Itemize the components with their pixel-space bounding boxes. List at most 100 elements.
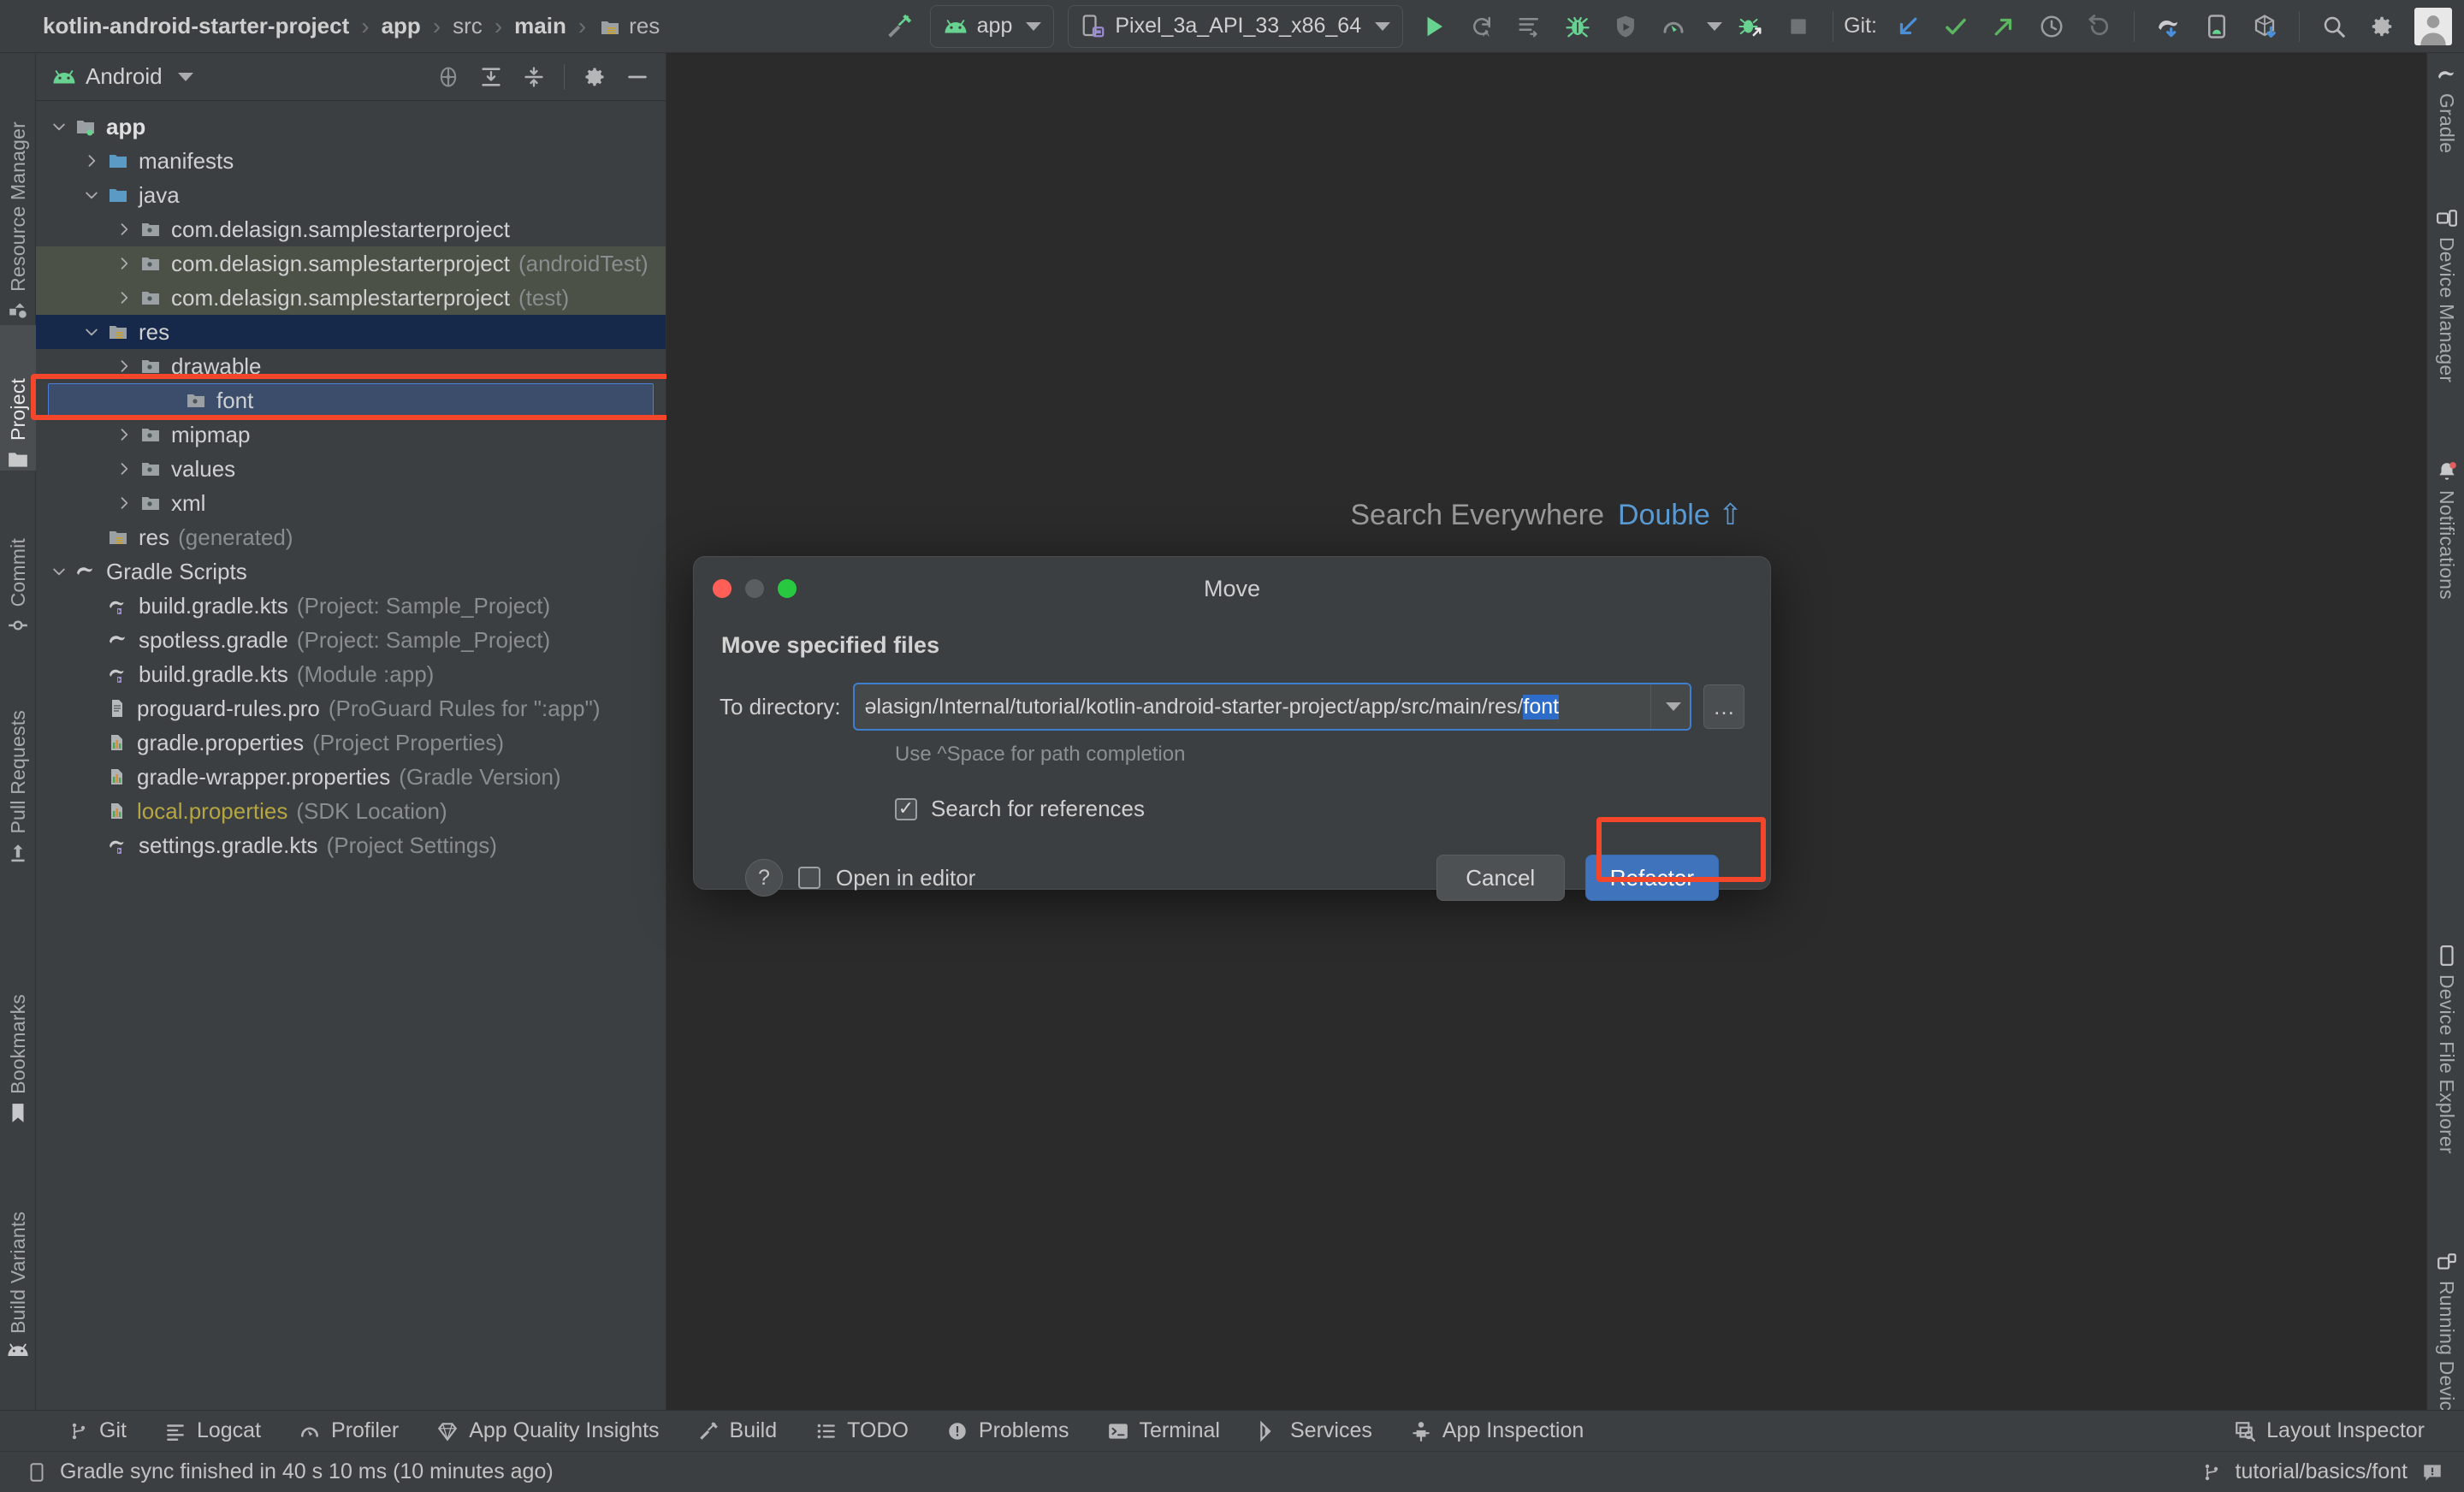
collapse-all-icon[interactable] bbox=[514, 57, 554, 97]
chevron-down-icon[interactable] bbox=[44, 563, 74, 580]
tree-node-manifests[interactable]: manifests bbox=[36, 144, 666, 178]
bottom-tab-git[interactable]: Git bbox=[50, 1418, 145, 1443]
tool-tab-pull-requests[interactable]: Pull Requests bbox=[0, 642, 36, 864]
bottom-tab-problems[interactable]: Problems bbox=[927, 1418, 1088, 1443]
tree-node-app[interactable]: app bbox=[36, 110, 666, 144]
cancel-button[interactable]: Cancel bbox=[1436, 855, 1565, 901]
chevron-down-icon[interactable] bbox=[177, 72, 193, 81]
gear-icon[interactable] bbox=[2358, 4, 2406, 49]
checkmark-icon[interactable] bbox=[1932, 4, 1980, 49]
stop-icon[interactable] bbox=[1774, 4, 1822, 49]
tool-tab-gradle[interactable]: Gradle bbox=[2428, 65, 2464, 202]
android-device-icon[interactable] bbox=[2193, 4, 2241, 49]
minimize-icon[interactable] bbox=[745, 579, 764, 598]
bottom-tab-todo[interactable]: TODO bbox=[796, 1418, 927, 1443]
search-icon[interactable] bbox=[2310, 4, 2358, 49]
undo-icon[interactable] bbox=[2076, 4, 2123, 49]
chevron-down-icon[interactable] bbox=[1697, 4, 1727, 49]
browse-button[interactable]: … bbox=[1703, 684, 1744, 729]
breadcrumb-item-kotlin-android-starter-project[interactable]: kotlin-android-starter-project bbox=[33, 13, 359, 39]
chevron-right-icon[interactable] bbox=[110, 221, 139, 238]
tool-tab-device-manager[interactable]: Device Manager bbox=[2428, 207, 2464, 455]
chevron-right-icon[interactable] bbox=[110, 426, 139, 443]
run-configuration-selector[interactable]: app bbox=[929, 4, 1055, 48]
open-in-editor-checkbox[interactable] bbox=[798, 867, 820, 889]
tool-tab-bookmarks[interactable]: Bookmarks bbox=[0, 932, 36, 1124]
chevron-down-icon[interactable] bbox=[77, 186, 106, 204]
chevron-right-icon[interactable] bbox=[110, 494, 139, 512]
hammer-icon[interactable] bbox=[875, 4, 923, 49]
breadcrumb-item-res[interactable]: res bbox=[588, 13, 670, 39]
gear-icon[interactable] bbox=[575, 57, 614, 97]
tree-node-drawable[interactable]: drawable bbox=[36, 349, 666, 383]
profiler-icon[interactable] bbox=[1650, 4, 1697, 49]
path-dropdown-button[interactable] bbox=[1650, 684, 1690, 729]
tool-tab-commit[interactable]: Commit bbox=[0, 476, 36, 636]
tree-node-com-delasign-samplestarterproject[interactable]: com.delasign.samplestarterproject (androi… bbox=[36, 246, 666, 281]
tree-node-build-gradle-kts[interactable]: build.gradle.kts (Project: Sample_Project… bbox=[36, 589, 666, 623]
chevron-down-icon[interactable] bbox=[77, 323, 106, 340]
chevron-right-icon[interactable] bbox=[110, 358, 139, 375]
breadcrumb-item-app[interactable]: app bbox=[371, 13, 431, 39]
bug-icon[interactable] bbox=[1554, 4, 1602, 49]
close-icon[interactable] bbox=[713, 579, 732, 598]
attach-debugger-icon[interactable] bbox=[1727, 4, 1774, 49]
tree-node-gradle-properties[interactable]: gradle.properties (Project Properties) bbox=[36, 725, 666, 760]
chevron-right-icon[interactable] bbox=[110, 255, 139, 272]
notification-square-icon[interactable] bbox=[2421, 1461, 2443, 1483]
apply-code-changes-icon[interactable] bbox=[1506, 4, 1554, 49]
bottom-tab-app-quality-insights[interactable]: App Quality Insights bbox=[418, 1418, 678, 1443]
tool-tab-project[interactable]: Project bbox=[0, 325, 36, 471]
avatar-icon[interactable] bbox=[2414, 7, 2452, 45]
tree-node-values[interactable]: values bbox=[36, 452, 666, 486]
bottom-tab-build[interactable]: Build bbox=[678, 1418, 797, 1443]
event-log-icon[interactable] bbox=[26, 1461, 48, 1483]
bottom-tab-profiler[interactable]: Profiler bbox=[280, 1418, 418, 1443]
git-branch-label[interactable]: tutorial/basics/font bbox=[2236, 1459, 2408, 1484]
tool-tab-device-file-explorer[interactable]: Device File Explorer bbox=[2428, 944, 2464, 1244]
tree-node-settings-gradle-kts[interactable]: settings.gradle.kts (Project Settings) bbox=[36, 828, 666, 862]
chevron-right-icon[interactable] bbox=[110, 289, 139, 306]
breadcrumb-item-main[interactable]: main bbox=[504, 13, 577, 39]
gradle-sync-icon[interactable] bbox=[2145, 4, 2193, 49]
chevron-right-icon[interactable] bbox=[110, 460, 139, 477]
refactor-button[interactable]: Refactor bbox=[1584, 855, 1719, 901]
chevron-right-icon[interactable] bbox=[77, 152, 106, 169]
help-button[interactable]: ? bbox=[745, 859, 783, 897]
tree-node-proguard-rules-pro[interactable]: proguard-rules.pro (ProGuard Rules for ":… bbox=[36, 691, 666, 725]
tree-node-res[interactable]: res bbox=[36, 315, 666, 349]
arrow-down-left-icon[interactable] bbox=[1884, 4, 1932, 49]
coverage-icon[interactable] bbox=[1602, 4, 1650, 49]
expand-all-icon[interactable] bbox=[471, 57, 511, 97]
tree-node-xml[interactable]: xml bbox=[36, 486, 666, 520]
tree-node-com-delasign-samplestarterproject[interactable]: com.delasign.samplestarterproject (test) bbox=[36, 281, 666, 315]
bottom-tab-terminal[interactable]: Terminal bbox=[1088, 1418, 1239, 1443]
tree-node-gradle-wrapper-properties[interactable]: gradle-wrapper.properties (Gradle Version… bbox=[36, 760, 666, 794]
minus-icon[interactable] bbox=[618, 57, 657, 97]
arrow-up-right-icon[interactable] bbox=[1980, 4, 2028, 49]
bottom-tab-layout-inspector[interactable]: Layout Inspector bbox=[2215, 1418, 2443, 1443]
chevron-down-icon[interactable] bbox=[44, 118, 74, 135]
sdk-download-icon[interactable] bbox=[2241, 4, 2289, 49]
tree-node-gradle-scripts[interactable]: Gradle Scripts bbox=[36, 554, 666, 589]
tree-node-spotless-gradle[interactable]: spotless.gradle (Project: Sample_Project) bbox=[36, 623, 666, 657]
tool-tab-build-variants[interactable]: Build Variants bbox=[0, 1129, 36, 1359]
tree-node-local-properties[interactable]: local.properties (SDK Location) bbox=[36, 794, 666, 828]
clock-icon[interactable] bbox=[2028, 4, 2076, 49]
maximize-icon[interactable] bbox=[778, 579, 797, 598]
search-for-references-row[interactable]: Search for references bbox=[895, 796, 1744, 822]
crosshair-icon[interactable] bbox=[429, 57, 468, 97]
apply-changes-icon[interactable]: A bbox=[1458, 4, 1506, 49]
to-directory-input[interactable]: əlasign/Internal/tutorial/kotlin-android… bbox=[852, 683, 1691, 731]
bottom-tab-services[interactable]: Services bbox=[1239, 1418, 1391, 1443]
bottom-tab-logcat[interactable]: Logcat bbox=[145, 1418, 280, 1443]
tool-tab-notifications[interactable]: Notifications bbox=[2428, 460, 2464, 691]
run-button[interactable] bbox=[1410, 4, 1458, 49]
tree-node-java[interactable]: java bbox=[36, 178, 666, 212]
tool-tab-resource-manager[interactable]: Resource Manager bbox=[0, 65, 36, 322]
bottom-tab-app-inspection[interactable]: App Inspection bbox=[1391, 1418, 1602, 1443]
tree-node-mipmap[interactable]: mipmap bbox=[36, 417, 666, 452]
tree-node-res[interactable]: res (generated) bbox=[36, 520, 666, 554]
tree-node-com-delasign-samplestarterproject[interactable]: com.delasign.samplestarterproject bbox=[36, 212, 666, 246]
breadcrumb-item-src[interactable]: src bbox=[442, 13, 493, 39]
